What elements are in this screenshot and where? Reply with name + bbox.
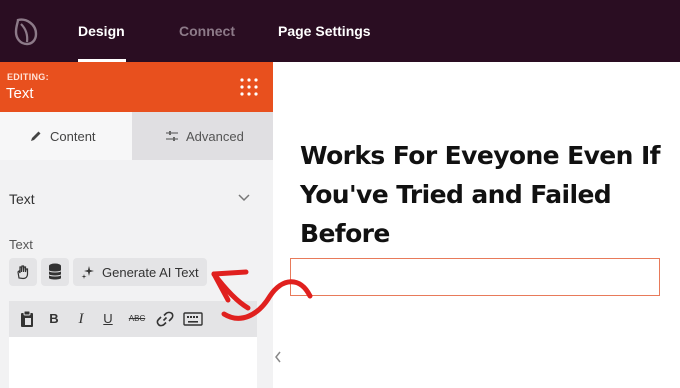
top-navigation-bar: Design Connect Page Settings xyxy=(0,0,680,62)
tab-advanced[interactable]: Advanced xyxy=(132,112,273,160)
tab-page-settings[interactable]: Page Settings xyxy=(278,0,371,62)
generate-ai-text-label: Generate AI Text xyxy=(102,265,199,280)
underline-button[interactable]: U xyxy=(99,310,117,328)
chevron-left-icon[interactable] xyxy=(274,351,282,363)
tab-connect[interactable]: Connect xyxy=(179,0,235,62)
link-icon[interactable] xyxy=(156,310,174,328)
seedprod-logo-icon[interactable] xyxy=(10,14,44,48)
tab-content-label: Content xyxy=(50,129,96,144)
text-block-placeholder[interactable] xyxy=(290,258,660,296)
text-field-label: Text xyxy=(9,237,33,252)
sparkle-icon xyxy=(81,266,94,279)
strikethrough-button[interactable]: ABC xyxy=(125,310,149,328)
tab-advanced-label: Advanced xyxy=(186,129,244,144)
editing-block-name: Text xyxy=(6,85,34,102)
sliders-icon xyxy=(166,131,178,141)
editing-label: EDITING: xyxy=(7,72,49,82)
section-title[interactable]: Text xyxy=(9,191,35,207)
generate-ai-text-button[interactable]: Generate AI Text xyxy=(73,258,207,286)
tab-content[interactable]: Content xyxy=(0,112,132,160)
drag-handle-icon[interactable] xyxy=(240,78,258,96)
panel-tabs: Content Advanced xyxy=(0,112,273,160)
bold-button[interactable]: B xyxy=(45,310,63,328)
block-settings-panel: EDITING: Text Content Advanced Text Text… xyxy=(0,62,273,388)
tab-design[interactable]: Design xyxy=(78,0,126,62)
panel-collapse-strip[interactable] xyxy=(273,62,283,388)
text-editor-area[interactable] xyxy=(9,337,257,388)
page-heading[interactable]: Works For Eveyone Even If You've Tried a… xyxy=(300,136,670,253)
hand-button[interactable] xyxy=(9,258,37,286)
rich-text-toolbar: B I U ABC xyxy=(9,301,257,337)
keyboard-icon[interactable] xyxy=(183,310,203,328)
chevron-down-icon[interactable] xyxy=(237,193,251,203)
database-button[interactable] xyxy=(41,258,69,286)
hand-icon xyxy=(17,265,29,280)
editing-header: EDITING: Text xyxy=(0,62,273,112)
database-icon xyxy=(48,263,62,280)
paste-icon[interactable] xyxy=(18,310,36,328)
italic-button[interactable]: I xyxy=(72,310,90,328)
pencil-icon xyxy=(31,131,41,141)
